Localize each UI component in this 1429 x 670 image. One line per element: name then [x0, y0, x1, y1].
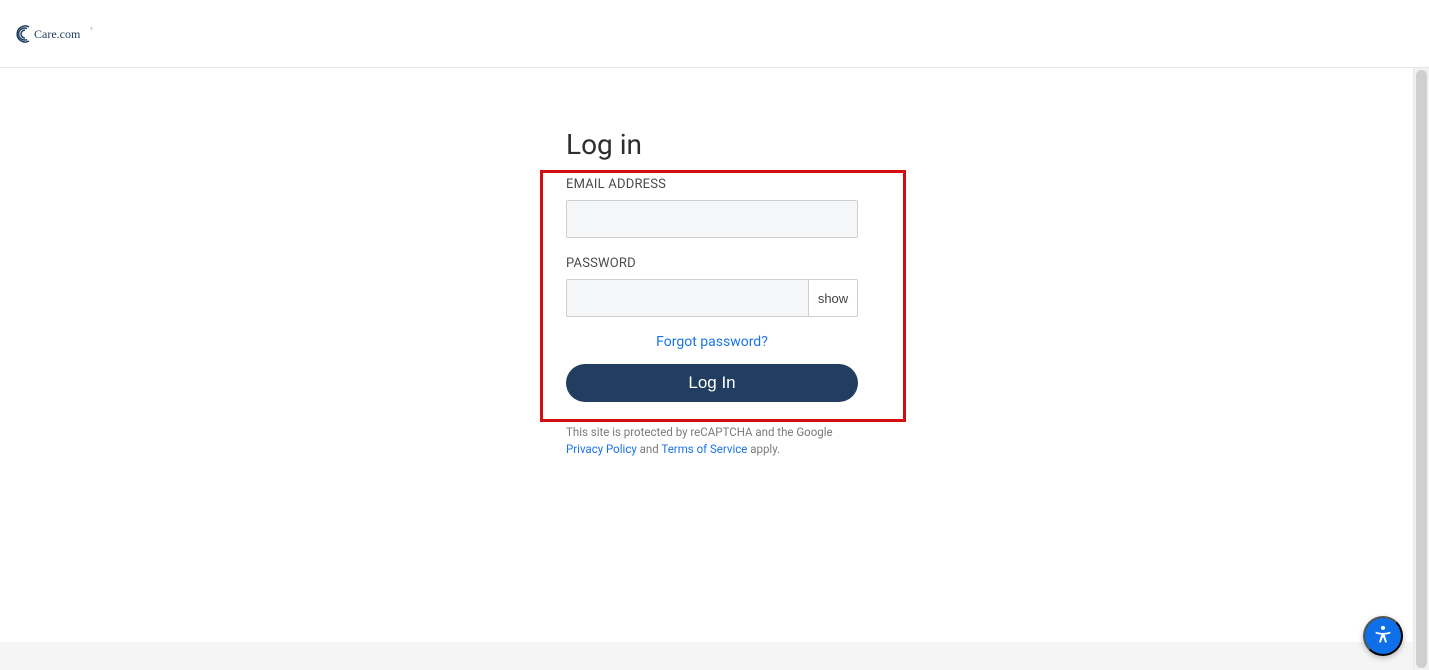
recaptcha-note: This site is protected by reCAPTCHA and …	[566, 424, 866, 459]
vertical-scrollbar[interactable]	[1413, 68, 1429, 670]
accessibility-icon	[1372, 624, 1394, 649]
svg-text:Care.com: Care.com	[34, 27, 81, 41]
recaptcha-text-and: and	[640, 442, 662, 456]
terms-of-service-link[interactable]: Terms of Service	[661, 442, 747, 456]
password-input-row: show	[566, 279, 858, 317]
password-field-group: PASSWORD show	[566, 256, 906, 317]
footer-strip	[0, 642, 1429, 670]
login-button[interactable]: Log In	[566, 364, 858, 402]
privacy-policy-link[interactable]: Privacy Policy	[566, 442, 637, 456]
email-field-group: EMAIL ADDRESS	[566, 177, 906, 238]
email-input[interactable]	[566, 200, 858, 238]
email-label: EMAIL ADDRESS	[566, 177, 906, 192]
scrollbar-thumb[interactable]	[1416, 70, 1427, 668]
page: Log in EMAIL ADDRESS PASSWORD show Forgo…	[0, 68, 1429, 670]
password-show-toggle[interactable]: show	[808, 279, 858, 317]
forgot-row: Forgot password?	[566, 331, 858, 350]
svg-text:®: ®	[90, 26, 93, 31]
topbar: Care.com ®	[0, 0, 1429, 68]
login-title: Log in	[566, 128, 906, 161]
recaptcha-text-apply: apply.	[750, 442, 780, 456]
care-logo[interactable]: Care.com ®	[16, 22, 126, 46]
accessibility-fab[interactable]	[1363, 616, 1403, 656]
recaptcha-text-pre: This site is protected by reCAPTCHA and …	[566, 425, 833, 439]
password-label: PASSWORD	[566, 256, 906, 271]
login-card: Log in EMAIL ADDRESS PASSWORD show Forgo…	[566, 128, 906, 459]
password-input[interactable]	[566, 279, 808, 317]
forgot-password-link[interactable]: Forgot password?	[656, 334, 768, 350]
